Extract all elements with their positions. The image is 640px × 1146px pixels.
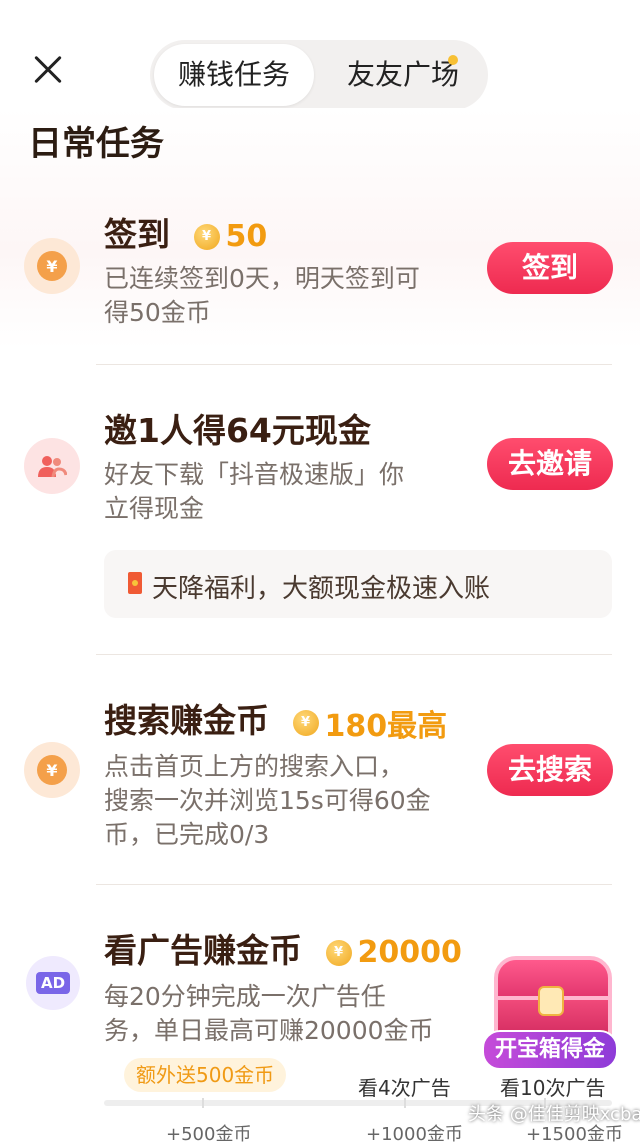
task-title-invite: 邀1人得64元现金 bbox=[104, 411, 371, 450]
close-icon[interactable] bbox=[28, 50, 68, 90]
task-desc-ads: 每20分钟完成一次广告任 务，单日最高可赚20000金币 bbox=[104, 982, 434, 1045]
tab-earn-tasks[interactable]: 赚钱任务 bbox=[154, 44, 314, 106]
section-title: 日常任务 bbox=[28, 124, 164, 164]
signin-button[interactable]: 签到 bbox=[487, 242, 613, 294]
coin-icon: ¥ bbox=[325, 939, 352, 966]
top-bar: 赚钱任务 友友广场 bbox=[0, 0, 640, 110]
task-desc-signin: 已连续签到0天，明天签到可 得50金币 bbox=[104, 264, 420, 327]
ad-icon: AD bbox=[26, 956, 80, 1010]
reward-badge: ¥20000 bbox=[325, 935, 462, 970]
progress-tick bbox=[404, 1098, 406, 1108]
invite-button[interactable]: 去邀请 bbox=[487, 438, 613, 490]
invite-friends-icon bbox=[24, 438, 80, 494]
milestone-reward: +1000金币 bbox=[366, 1124, 463, 1145]
progress-tick bbox=[202, 1098, 204, 1108]
milestone-label: 看4次广告 bbox=[358, 1076, 451, 1100]
divider bbox=[96, 364, 612, 365]
people-icon bbox=[38, 456, 67, 478]
task-desc-invite: 好友下载「抖音极速版」你 立得现金 bbox=[104, 460, 405, 523]
reward-badge: ¥180最高 bbox=[292, 701, 447, 745]
treasure-chest-button[interactable]: 开宝箱得金 bbox=[482, 1030, 618, 1070]
tab-switcher: 赚钱任务 友友广场 bbox=[150, 40, 488, 110]
promo-banner[interactable]: 天降福利，大额现金极速入账 bbox=[104, 550, 612, 618]
red-envelope-icon bbox=[128, 572, 142, 594]
task-title-signin: 签到 ¥50 bbox=[104, 215, 268, 254]
divider bbox=[96, 654, 612, 655]
reward-badge: ¥50 bbox=[193, 219, 267, 254]
watermark: 头条 @佳佳剪映xcba bbox=[468, 1104, 640, 1125]
milestone-reward: +500金币 bbox=[166, 1124, 252, 1145]
chest-lock-icon bbox=[538, 986, 564, 1016]
coin-icon: ¥ bbox=[292, 709, 319, 736]
extra-reward-pill: 额外送500金币 bbox=[124, 1058, 287, 1092]
divider bbox=[96, 884, 612, 885]
task-desc-search: 点击首页上方的搜索入口， 搜索一次并浏览15s可得60金 币，已完成0/3 bbox=[104, 752, 431, 849]
milestone-label: 看10次广告 bbox=[500, 1076, 606, 1100]
task-title-search: 搜索赚金币 ¥180最高 bbox=[104, 701, 448, 745]
task-title-ads: 看广告赚金币 ¥20000 bbox=[104, 931, 462, 970]
tab-friends-square[interactable]: 友友广场 bbox=[328, 40, 478, 110]
yuan-coin-icon: ¥ bbox=[24, 238, 80, 294]
yuan-coin-icon: ¥ bbox=[24, 742, 80, 798]
coin-icon: ¥ bbox=[193, 223, 220, 250]
search-button[interactable]: 去搜索 bbox=[487, 744, 613, 796]
tab-friends-square-label: 友友广场 bbox=[346, 58, 459, 91]
notification-dot bbox=[448, 55, 458, 65]
